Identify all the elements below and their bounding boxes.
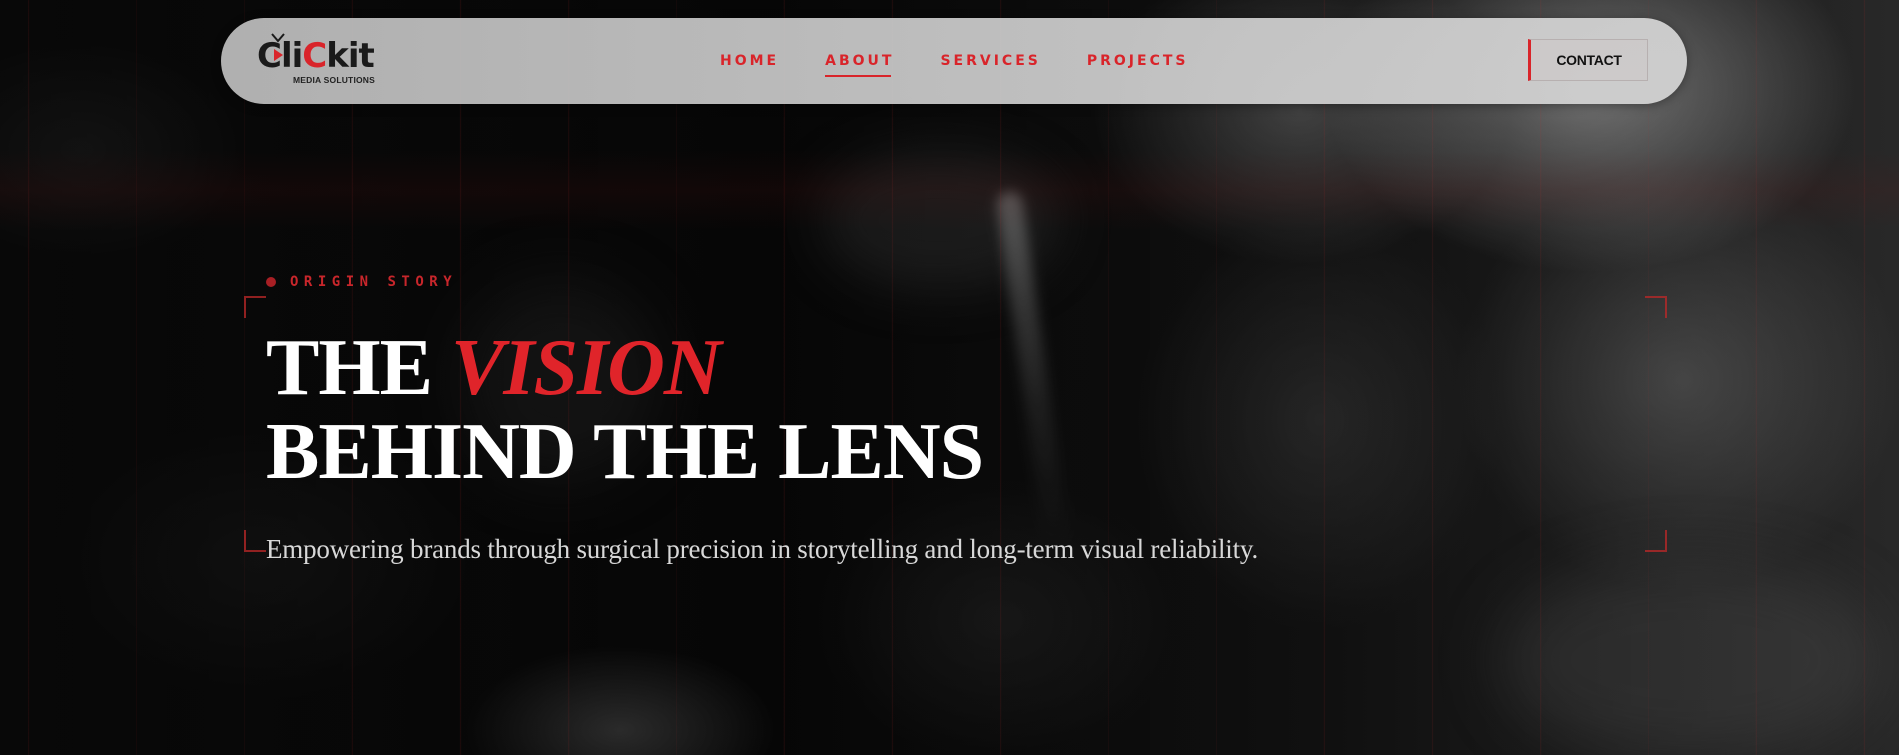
- frame-corner-bottom-right: [1645, 530, 1667, 552]
- section-eyebrow: ORIGIN STORY: [266, 274, 457, 290]
- nav-home[interactable]: HOME: [720, 53, 779, 69]
- title-line1-accent: VISION: [450, 324, 722, 412]
- frame-corner-top-left: [244, 296, 266, 318]
- frame-corner-top-right: [1645, 296, 1667, 318]
- brand-logo[interactable]: CliCkit MEDIA SOLUTIONS: [257, 32, 407, 90]
- frame-corner-bottom-left: [244, 530, 266, 552]
- record-dot-icon: [266, 277, 276, 287]
- title-line1-plain: THE: [266, 324, 451, 412]
- main-menu: HOME ABOUT SERVICES PROJECTS: [720, 53, 1234, 77]
- brand-tagline: MEDIA SOLUTIONS: [293, 75, 376, 85]
- nav-about[interactable]: ABOUT: [825, 53, 894, 77]
- play-icon: [274, 49, 283, 61]
- hero-title: THE VISION BEHIND THE LENS: [266, 324, 984, 496]
- hero-subtitle: Empowering brands through surgical preci…: [266, 534, 1258, 564]
- nav-projects[interactable]: PROJECTS: [1087, 53, 1189, 69]
- top-navbar: CliCkit MEDIA SOLUTIONS HOME ABOUT SERVI…: [221, 18, 1687, 104]
- eyebrow-label: ORIGIN STORY: [290, 274, 458, 290]
- nav-services[interactable]: SERVICES: [940, 53, 1040, 69]
- title-line2: BEHIND THE LENS: [266, 408, 984, 496]
- contact-button[interactable]: CONTACT: [1528, 39, 1648, 81]
